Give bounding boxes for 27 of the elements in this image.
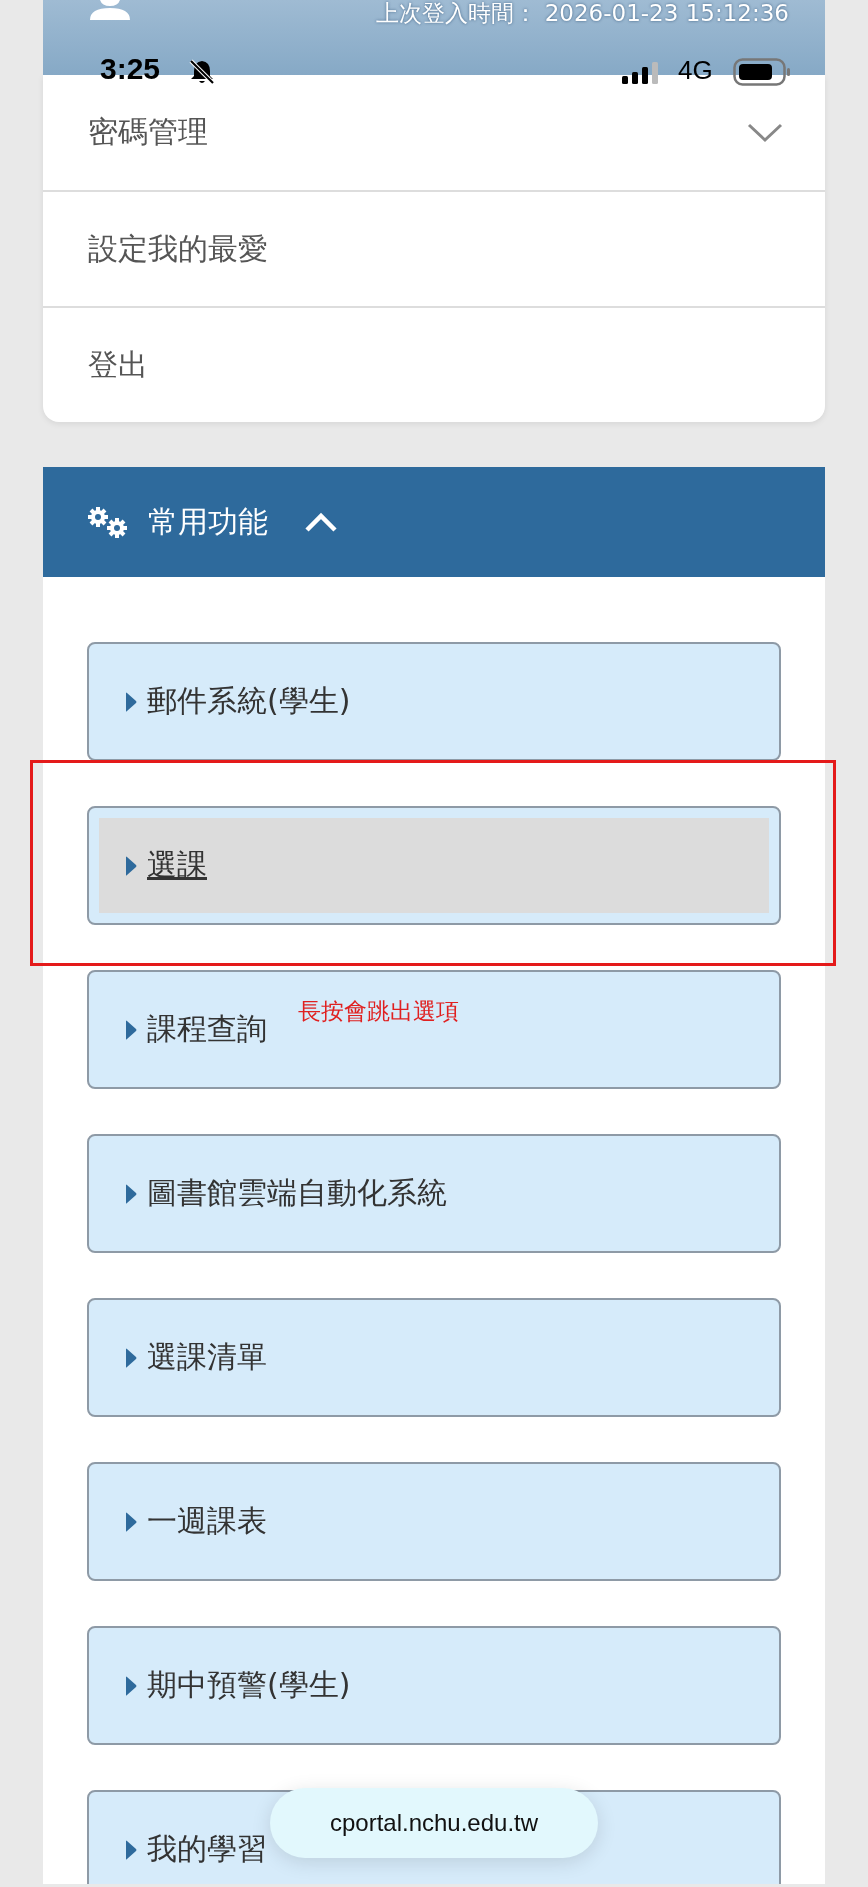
user-icon — [88, 0, 132, 20]
triangle-icon — [125, 1511, 137, 1532]
menu-label: 登出 — [88, 345, 148, 384]
section-title: 常用功能 — [148, 502, 268, 541]
triangle-icon — [125, 1019, 137, 1040]
link-button[interactable]: 一週課表 — [87, 1462, 781, 1581]
gears-icon — [86, 505, 130, 539]
menu-row[interactable]: 登出 — [43, 306, 825, 422]
annotation-text: 長按會跳出選項 — [298, 997, 459, 1026]
triangle-icon — [125, 1675, 137, 1696]
last-login-text: 上次登入時間： 2026-01-23 15:12:36 — [376, 0, 789, 28]
url-toast: cportal.nchu.edu.tw — [270, 1788, 598, 1858]
link-button[interactable]: 選課 — [87, 806, 781, 925]
battery-icon — [733, 58, 791, 86]
link-button[interactable]: 郵件系統(學生) — [87, 642, 781, 761]
menu-label: 密碼管理 — [88, 113, 208, 151]
section-header[interactable]: 常用功能 — [43, 467, 825, 577]
triangle-icon — [125, 1183, 137, 1204]
triangle-icon — [125, 855, 137, 876]
menu-row[interactable]: 設定我的最愛 — [43, 190, 825, 306]
triangle-icon — [125, 1839, 137, 1860]
link-button[interactable]: 選課清單 — [87, 1298, 781, 1417]
link-button[interactable]: 期中預警(學生) — [87, 1626, 781, 1745]
menu-label: 設定我的最愛 — [88, 229, 268, 268]
triangle-icon — [125, 1347, 137, 1368]
triangle-icon — [125, 691, 137, 712]
link-button[interactable]: 圖書館雲端自動化系統 — [87, 1134, 781, 1253]
